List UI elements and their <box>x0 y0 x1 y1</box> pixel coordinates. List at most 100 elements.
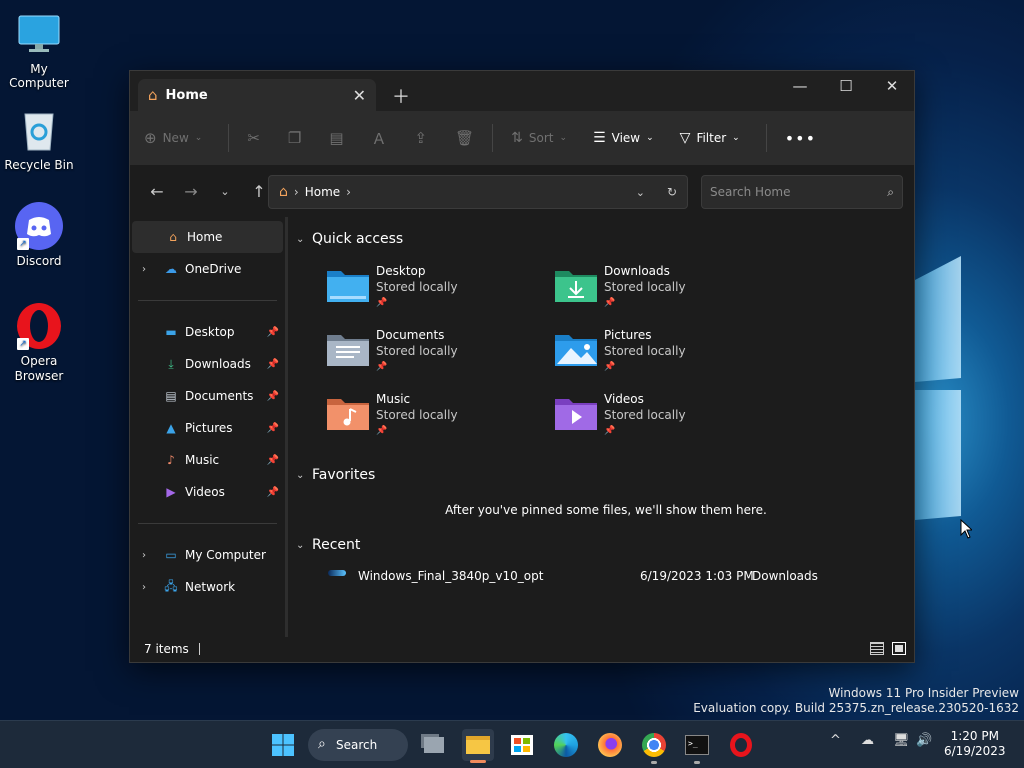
navigation-pane: ⌂ Home › ☁ OneDrive ▬ Desktop 📌 ⤓ Downloads 📌 ▤… <box>130 217 288 637</box>
desktop-icon-label: Opera Browser <box>14 354 64 383</box>
quick-access-item-pictures[interactable]: Pictures Stored locally 📌 <box>554 327 774 385</box>
quick-access-item-desktop[interactable]: Desktop Stored locally 📌 <box>326 263 546 321</box>
details-view-icon[interactable] <box>870 642 884 655</box>
close-tab-icon[interactable]: ✕ <box>353 86 366 105</box>
recent-file-date: 6/19/2023 1:03 PM <box>640 569 754 583</box>
back-button[interactable]: ← <box>140 182 174 201</box>
favorites-empty-message: After you've pinned some files, we'll sh… <box>445 503 767 517</box>
desktop-icon-opera[interactable]: ↗ Opera Browser <box>0 302 78 384</box>
quick-access-header[interactable]: ⌄ Quick access <box>296 225 906 253</box>
tab-home[interactable]: ⌂ Home ✕ <box>138 79 376 111</box>
favorites-header[interactable]: ⌄ Favorites <box>296 461 906 489</box>
document-icon: ▤ <box>165 389 177 403</box>
pin-icon[interactable]: 📌 <box>267 487 279 498</box>
desktop-icon-recycle-bin[interactable]: Recycle Bin <box>0 106 78 172</box>
refresh-icon[interactable]: ↻ <box>667 185 677 199</box>
sort-button[interactable]: ⇅ Sort ⌄ <box>511 130 567 146</box>
cut-button[interactable]: ✂ <box>247 129 260 147</box>
clock-date: 6/19/2023 <box>944 744 1006 758</box>
search-input[interactable]: Search Home ⌕ <box>701 175 903 209</box>
section-title: Quick access <box>312 231 404 247</box>
view-button[interactable]: ☰ View ⌄ <box>593 130 654 146</box>
sidebar-item-network[interactable]: › 🖧 Network <box>130 571 285 603</box>
network-icon[interactable]: 🖥 <box>893 733 910 748</box>
paste-button[interactable]: ▤ <box>329 129 343 147</box>
address-bar[interactable]: ⌂ › Home › ⌄ ↻ <box>268 175 688 209</box>
section-title: Favorites <box>312 467 376 483</box>
show-hidden-icons-chevron[interactable]: ^ <box>830 733 841 748</box>
pin-icon[interactable]: 📌 <box>267 423 279 434</box>
sidebar-item-documents[interactable]: ▤ Documents 📌 <box>130 380 285 412</box>
volume-icon[interactable]: 🔊 <box>916 733 932 748</box>
opera-icon: ↗ <box>15 302 63 350</box>
sidebar-item-label: Documents <box>185 389 254 403</box>
sidebar-item-label: OneDrive <box>185 262 242 276</box>
sidebar-item-desktop[interactable]: ▬ Desktop 📌 <box>130 316 285 348</box>
new-button[interactable]: ⊕ New ⌄ <box>144 129 202 147</box>
task-view-button[interactable] <box>418 729 450 761</box>
taskbar-store[interactable] <box>506 729 538 761</box>
share-button[interactable]: ⇪ <box>415 129 428 147</box>
sidebar-item-my-computer[interactable]: › ▭ My Computer <box>130 539 285 571</box>
pin-icon[interactable]: 📌 <box>267 391 279 402</box>
copy-button[interactable]: ❐ <box>288 129 301 147</box>
wallpaper-windows-logo <box>915 256 961 520</box>
pin-icon[interactable]: 📌 <box>267 359 279 370</box>
pin-icon[interactable]: 📌 <box>267 455 279 466</box>
store-icon <box>511 735 533 755</box>
start-button[interactable] <box>267 729 299 761</box>
sidebar-item-downloads[interactable]: ⤓ Downloads 📌 <box>130 348 285 380</box>
rename-button[interactable]: Ａ <box>372 128 387 149</box>
sidebar-item-music[interactable]: ♪ Music 📌 <box>130 444 285 476</box>
desktop-icon-my-computer[interactable]: My Computer <box>0 10 78 90</box>
chevron-right-icon[interactable]: › <box>142 550 146 561</box>
system-clock[interactable]: 1:20 PM 6/19/2023 <box>944 729 1006 759</box>
recent-locations-button[interactable]: ⌄ <box>208 185 242 198</box>
forward-button[interactable]: → <box>174 182 208 201</box>
breadcrumb-home[interactable]: Home <box>305 185 340 199</box>
address-dropdown-icon[interactable]: ⌄ <box>636 186 645 199</box>
taskbar-firefox[interactable] <box>594 729 626 761</box>
taskbar-opera[interactable] <box>725 729 757 761</box>
taskbar-edge[interactable] <box>550 729 582 761</box>
item-status: Stored locally <box>604 344 686 358</box>
taskbar-chrome[interactable] <box>638 729 670 764</box>
taskbar-search-button[interactable]: ⌕ Search <box>308 729 408 761</box>
more-icon: ••• <box>784 128 817 148</box>
maximize-button[interactable]: ☐ <box>823 71 869 101</box>
sidebar-item-home[interactable]: ⌂ Home <box>132 221 283 253</box>
filter-button[interactable]: ▽ Filter ⌄ <box>680 130 740 146</box>
pin-icon[interactable]: 📌 <box>267 327 279 338</box>
sidebar-item-pictures[interactable]: ▲ Pictures 📌 <box>130 412 285 444</box>
new-tab-button[interactable]: ＋ <box>392 83 410 109</box>
item-status: Stored locally <box>376 280 458 294</box>
desktop-icon-discord[interactable]: ↗ Discord <box>0 202 78 268</box>
quick-access-item-documents[interactable]: Documents Stored locally 📌 <box>326 327 546 385</box>
item-status: Stored locally <box>604 408 686 422</box>
sidebar-item-videos[interactable]: ▶ Videos 📌 <box>130 476 285 508</box>
taskbar-terminal[interactable]: >_ <box>681 729 713 764</box>
onedrive-offline-icon[interactable]: ☁ <box>861 733 874 748</box>
monitor-icon <box>15 10 63 58</box>
quick-access-item-videos[interactable]: Videos Stored locally 📌 <box>554 391 774 449</box>
minimize-button[interactable]: — <box>777 71 823 101</box>
mouse-cursor-icon <box>960 519 972 539</box>
chevron-right-icon[interactable]: › <box>142 582 146 593</box>
chevron-right-icon[interactable]: › <box>142 264 146 275</box>
taskbar-file-explorer[interactable] <box>462 729 494 763</box>
close-window-button[interactable]: ✕ <box>869 71 915 101</box>
sidebar-item-onedrive[interactable]: › ☁ OneDrive <box>130 253 285 285</box>
desktop-folder-icon <box>326 267 370 303</box>
quick-access-item-music[interactable]: Music Stored locally 📌 <box>326 391 546 449</box>
recent-file-location: Downloads <box>752 569 818 583</box>
tiles-view-icon[interactable] <box>892 642 906 655</box>
recent-header[interactable]: ⌄ Recent <box>296 531 906 559</box>
monitor-icon: ▭ <box>165 548 177 562</box>
recent-file-row[interactable]: Windows_Final_3840p_v10_opt 6/19/2023 1:… <box>296 559 906 593</box>
quick-access-item-downloads[interactable]: Downloads Stored locally 📌 <box>554 263 774 321</box>
more-options-button[interactable]: ••• <box>785 129 816 148</box>
downloads-folder-icon <box>554 267 598 303</box>
sort-label: Sort <box>528 131 554 145</box>
sidebar-item-label: Home <box>187 230 223 244</box>
delete-button[interactable]: 🗑 <box>455 129 474 147</box>
